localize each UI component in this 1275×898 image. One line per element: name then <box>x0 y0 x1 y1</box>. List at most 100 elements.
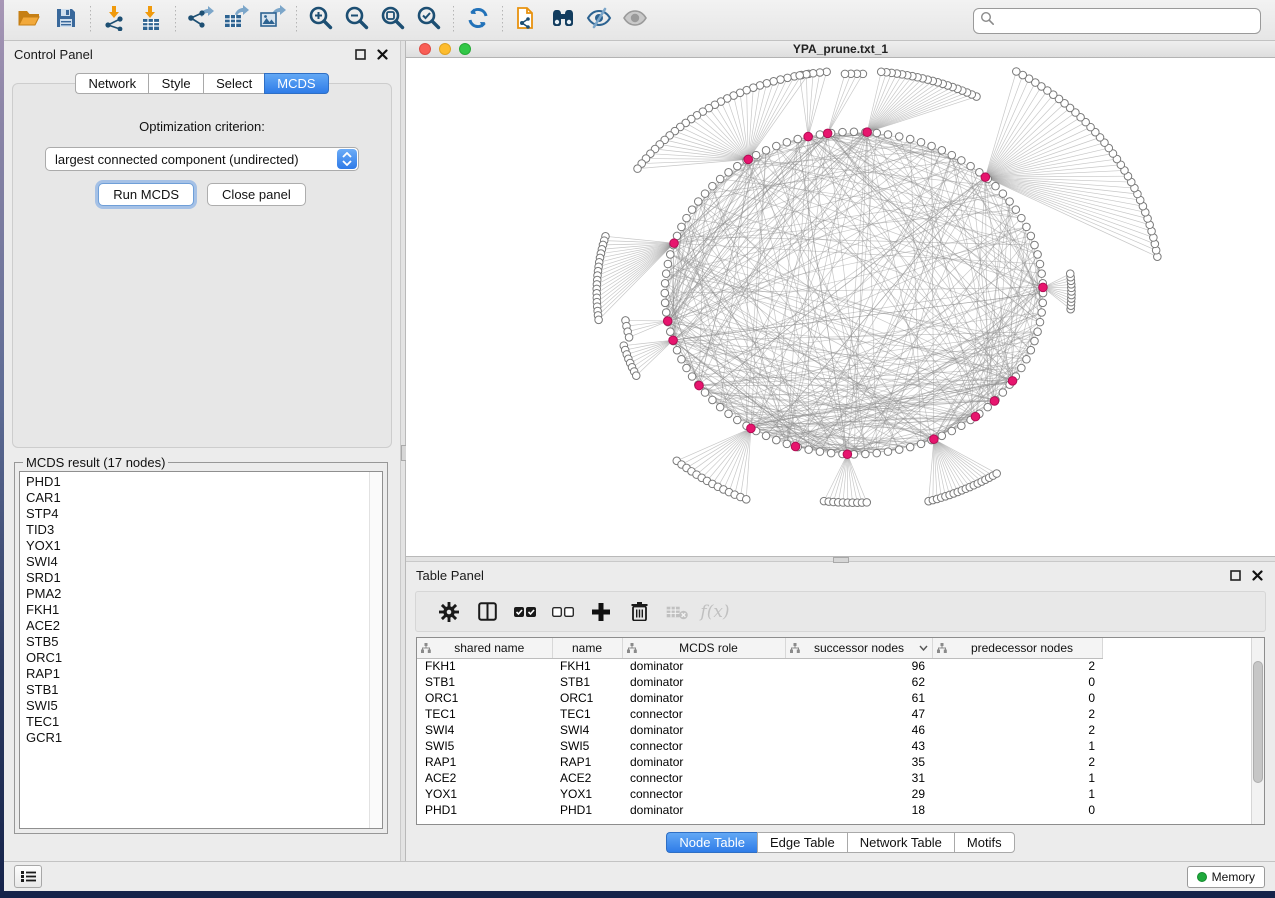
export-network-button[interactable] <box>182 4 218 36</box>
graph-node[interactable] <box>1036 318 1044 326</box>
close-panel-button[interactable]: Close panel <box>207 183 306 206</box>
export-table-button[interactable] <box>218 4 254 36</box>
graph-node[interactable] <box>948 427 956 435</box>
graph-node[interactable] <box>1034 251 1042 259</box>
graph-node[interactable] <box>744 155 753 164</box>
graph-node[interactable] <box>733 162 741 170</box>
import-table-button[interactable] <box>133 4 169 36</box>
graph-node[interactable] <box>701 190 709 198</box>
graph-node[interactable] <box>827 449 835 457</box>
graph-node[interactable] <box>669 336 678 345</box>
mcds-result-item[interactable]: FKH1 <box>20 602 369 618</box>
create-column-button[interactable] <box>582 597 620 627</box>
graph-node[interactable] <box>661 299 669 307</box>
clone-network-button[interactable] <box>509 4 545 36</box>
table-row[interactable]: PHD1PHD1dominator180 <box>417 802 1102 818</box>
graph-node[interactable] <box>673 346 681 354</box>
graph-node[interactable] <box>667 251 675 259</box>
column-header-predecessor-nodes[interactable]: predecessor nodes <box>932 638 1102 658</box>
open-session-button[interactable] <box>12 4 48 36</box>
graph-node[interactable] <box>948 151 956 159</box>
graph-node[interactable] <box>716 403 724 411</box>
tab-motifs[interactable]: Motifs <box>954 832 1015 853</box>
horizontal-splitter[interactable] <box>406 556 1275 562</box>
graph-node[interactable] <box>678 355 686 363</box>
graph-node[interactable] <box>992 182 1000 190</box>
graph-node[interactable] <box>938 432 946 440</box>
table-settings-button[interactable] <box>430 597 468 627</box>
graph-node[interactable] <box>1018 364 1026 372</box>
mcds-result-item[interactable]: ORC1 <box>20 650 369 666</box>
tab-mcds[interactable]: MCDS <box>264 73 328 94</box>
graph-node[interactable] <box>632 372 640 380</box>
graph-node[interactable] <box>984 403 992 411</box>
import-network-button[interactable] <box>97 4 133 36</box>
close-panel-icon[interactable] <box>1249 568 1265 582</box>
graph-node[interactable] <box>1013 68 1021 76</box>
graph-node[interactable] <box>742 496 750 504</box>
graph-node[interactable] <box>695 381 704 390</box>
table-row[interactable]: TEC1TEC1connector472 <box>417 706 1102 722</box>
graph-node[interactable] <box>873 129 881 137</box>
column-header-successor-nodes[interactable]: successor nodes <box>785 638 932 658</box>
graph-node[interactable] <box>1036 260 1044 268</box>
tab-node-table[interactable]: Node Table <box>666 832 757 853</box>
zoom-fit-button[interactable] <box>375 4 411 36</box>
tab-select[interactable]: Select <box>203 73 264 94</box>
graph-node[interactable] <box>958 157 966 165</box>
graph-node[interactable] <box>709 396 717 404</box>
mcds-result-item[interactable]: SWI4 <box>20 554 369 570</box>
graph-node[interactable] <box>930 435 939 444</box>
graph-node[interactable] <box>661 289 669 297</box>
graph-node[interactable] <box>863 128 872 137</box>
mcds-result-item[interactable]: STP4 <box>20 506 369 522</box>
mcds-list-scrollbar[interactable] <box>369 472 382 828</box>
mcds-result-item[interactable]: PHD1 <box>20 474 369 490</box>
mcds-result-item[interactable]: TID3 <box>20 522 369 538</box>
tab-network[interactable]: Network <box>75 73 148 94</box>
graph-node[interactable] <box>683 214 691 222</box>
close-panel-icon[interactable] <box>374 47 390 61</box>
mcds-result-item[interactable]: STB1 <box>20 682 369 698</box>
show-all-button[interactable] <box>617 4 653 36</box>
graph-node[interactable] <box>662 309 670 317</box>
splitter-handle[interactable] <box>833 557 849 563</box>
column-header-name[interactable]: name <box>552 638 622 658</box>
mcds-result-item[interactable]: RAP1 <box>20 666 369 682</box>
graph-node[interactable] <box>694 198 702 206</box>
graph-node[interactable] <box>796 72 804 80</box>
graph-node[interactable] <box>895 133 903 141</box>
graph-node[interactable] <box>670 239 679 248</box>
graph-node[interactable] <box>1012 206 1020 214</box>
mcds-result-item[interactable]: CAR1 <box>20 490 369 506</box>
graph-node[interactable] <box>958 422 966 430</box>
graph-node[interactable] <box>784 74 792 82</box>
graph-node[interactable] <box>794 135 802 143</box>
table-row[interactable]: ACE2ACE2connector311 <box>417 770 1102 786</box>
search-input[interactable] <box>995 14 1254 28</box>
table-row[interactable]: FKH1FKH1dominator962 <box>417 658 1102 674</box>
network-graph[interactable] <box>406 58 1275 556</box>
graph-node[interactable] <box>716 175 724 183</box>
graph-node[interactable] <box>805 446 813 454</box>
graph-node[interactable] <box>843 450 852 459</box>
graph-node[interactable] <box>1006 198 1014 206</box>
graph-node[interactable] <box>1023 355 1031 363</box>
show-columns-button[interactable] <box>468 597 506 627</box>
graph-node[interactable] <box>938 147 946 155</box>
graph-node[interactable] <box>841 70 849 78</box>
graph-node[interactable] <box>595 316 603 324</box>
graph-node[interactable] <box>816 448 824 456</box>
graph-node[interactable] <box>917 138 925 146</box>
delete-column-button[interactable] <box>620 597 658 627</box>
table-row[interactable]: RAP1RAP1dominator352 <box>417 754 1102 770</box>
graph-node[interactable] <box>777 76 785 84</box>
graph-node[interactable] <box>773 142 781 150</box>
graph-node[interactable] <box>762 147 770 155</box>
graph-node[interactable] <box>1023 223 1031 231</box>
graph-node[interactable] <box>1027 232 1035 240</box>
tab-edge-table[interactable]: Edge Table <box>757 832 847 853</box>
graph-node[interactable] <box>634 165 642 173</box>
graph-node[interactable] <box>664 260 672 268</box>
refresh-button[interactable] <box>460 4 496 36</box>
